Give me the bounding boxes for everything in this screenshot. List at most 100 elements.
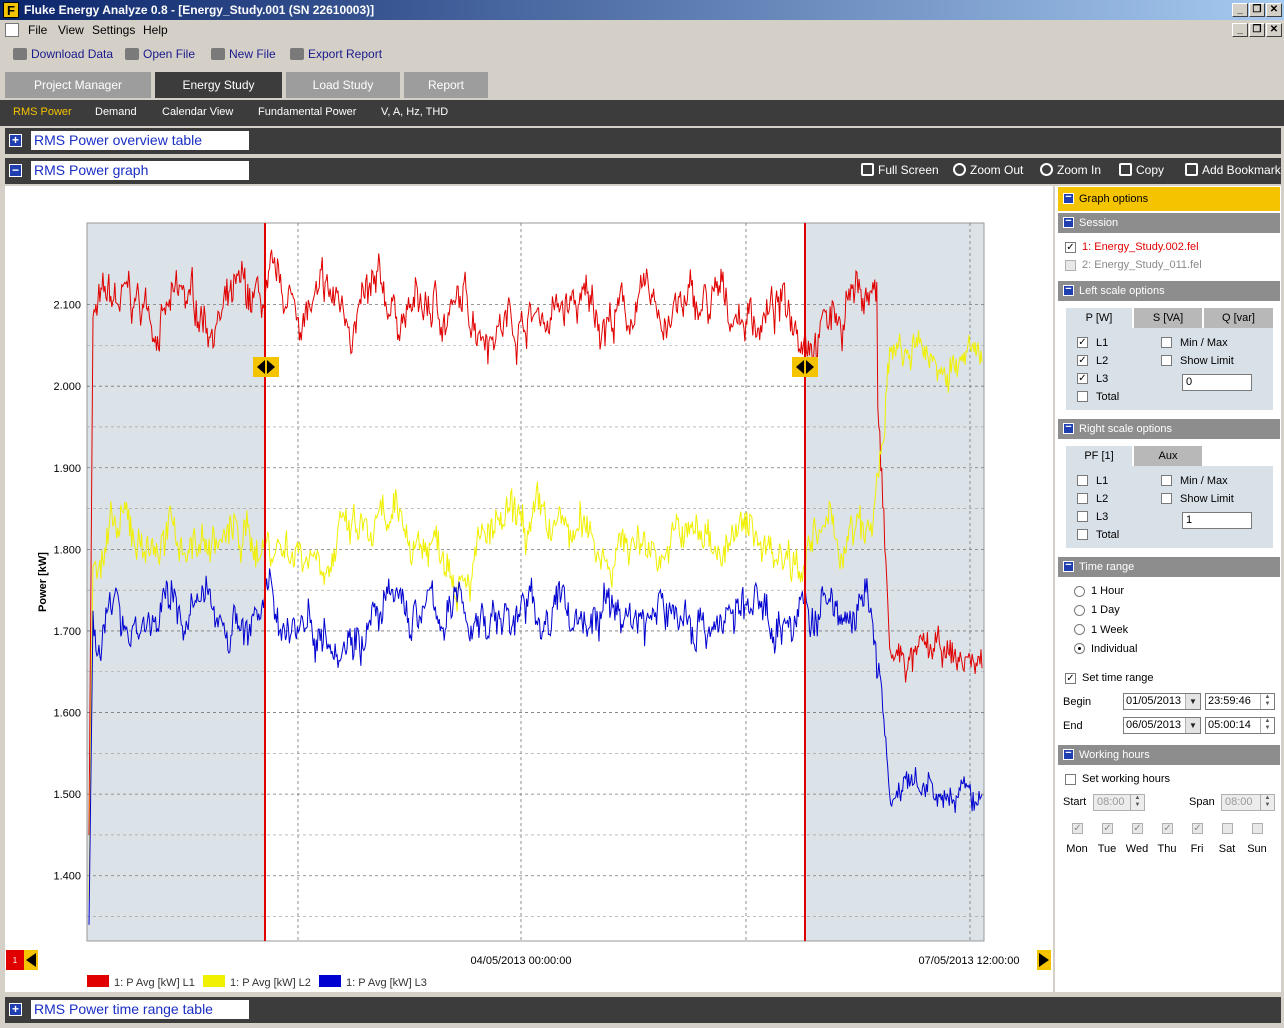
graph-options-panel: − Graph options − Session ✓ 1: Energy_Stud… <box>1055 186 1281 992</box>
left-scale-header[interactable]: − Left scale options <box>1058 281 1280 301</box>
tab-report[interactable]: Report <box>404 72 488 98</box>
scroll-start-marker[interactable]: 1 <box>6 950 38 970</box>
begin-date-select[interactable]: 01/05/2013 ▼ <box>1123 693 1201 710</box>
tab-aux[interactable]: Aux <box>1134 446 1202 466</box>
minimize-button[interactable]: _ <box>1232 3 1248 17</box>
begin-time-input[interactable]: 23:59:46 ▲ ▼ <box>1205 693 1275 710</box>
left-l2-checkbox[interactable]: ✓ <box>1077 355 1088 366</box>
right-l1-checkbox[interactable] <box>1077 475 1088 486</box>
document-icon[interactable] <box>5 23 19 37</box>
graph-options-header[interactable]: − Graph options <box>1058 187 1280 211</box>
left-limit-input[interactable]: 0 <box>1182 374 1252 391</box>
right-showlimit-checkbox[interactable] <box>1161 493 1172 504</box>
session-header[interactable]: − Session <box>1058 213 1280 233</box>
tab-q-var[interactable]: Q [var] <box>1204 308 1273 328</box>
left-showlimit-checkbox[interactable] <box>1161 355 1172 366</box>
right-minmax-checkbox[interactable] <box>1161 475 1172 486</box>
day-fri-checkbox[interactable]: ✓ <box>1192 823 1203 834</box>
right-scale-header[interactable]: − Right scale options <box>1058 419 1280 439</box>
right-limit-input[interactable]: 1 <box>1182 512 1252 529</box>
collapse-icon: − <box>1063 284 1074 296</box>
spinner-icon[interactable]: ▲ ▼ <box>1130 795 1144 810</box>
y-tick-label: 1.500 <box>53 789 81 801</box>
time-range-header[interactable]: − Time range <box>1058 557 1280 577</box>
day-wed-checkbox[interactable]: ✓ <box>1132 823 1143 834</box>
span-time-input[interactable]: 08:00 ▲ ▼ <box>1221 794 1275 811</box>
time-range-table-bar: + RMS Power time range table <box>5 997 1281 1023</box>
zoom-in-button[interactable]: Zoom In <box>1040 163 1101 177</box>
right-l3-checkbox[interactable] <box>1077 511 1088 522</box>
zoom-out-button[interactable]: Zoom Out <box>953 163 1023 177</box>
window-title: Fluke Energy Analyze 0.8 - [Energy_Study… <box>24 3 375 17</box>
subnav-v-a-hz-thd[interactable]: V, A, Hz, THD <box>381 106 448 118</box>
subnav-rms-power[interactable]: RMS Power <box>13 106 72 118</box>
menu-settings[interactable]: Settings <box>92 23 135 37</box>
subnav-demand[interactable]: Demand <box>95 106 137 118</box>
tab-project-manager[interactable]: Project Manager <box>5 72 151 98</box>
span-label: Span <box>1189 796 1215 808</box>
radio-1-day[interactable] <box>1074 605 1085 616</box>
menu-help[interactable]: Help <box>143 23 168 37</box>
y-tick-label: 1.400 <box>53 871 81 883</box>
doc-close-button[interactable]: ✕ <box>1266 23 1282 37</box>
left-l3-checkbox[interactable]: ✓ <box>1077 373 1088 384</box>
expand-icon[interactable]: + <box>9 1003 22 1016</box>
doc-minimize-button[interactable]: _ <box>1232 23 1248 37</box>
full-screen-button[interactable]: Full Screen <box>861 163 939 177</box>
end-date-select[interactable]: 06/05/2013 ▼ <box>1123 717 1201 734</box>
tab-pf[interactable]: PF [1] <box>1066 446 1132 466</box>
rms-power-chart[interactable]: 2.100 2.000 1.900 1.800 1.700 1.600 1.500 1.400… <box>5 186 1053 992</box>
tab-s-va[interactable]: S [VA] <box>1134 308 1202 328</box>
tab-p-w[interactable]: P [W] <box>1066 308 1132 328</box>
start-time-input[interactable]: 08:00 ▲ ▼ <box>1093 794 1145 811</box>
day-sun-checkbox[interactable] <box>1252 823 1263 834</box>
radio-1-hour[interactable] <box>1074 586 1085 597</box>
tab-load-study[interactable]: Load Study <box>286 72 400 98</box>
export-report-button[interactable]: Export Report <box>290 47 382 61</box>
left-total-checkbox[interactable] <box>1077 391 1088 402</box>
expand-icon[interactable]: + <box>9 134 22 147</box>
close-button[interactable]: ✕ <box>1266 3 1282 17</box>
right-l2-checkbox[interactable] <box>1077 493 1088 504</box>
day-thu-checkbox[interactable]: ✓ <box>1162 823 1173 834</box>
collapse-icon: − <box>1063 216 1074 228</box>
copy-button[interactable]: Copy <box>1119 163 1164 177</box>
radio-1-week[interactable] <box>1074 624 1085 635</box>
add-bookmark-button[interactable]: Add Bookmark <box>1185 163 1281 177</box>
day-mon-checkbox[interactable]: ✓ <box>1072 823 1083 834</box>
menu-file[interactable]: File <box>28 23 47 37</box>
session-1-checkbox[interactable]: ✓ <box>1065 242 1076 253</box>
toolbar: Download Data Open File New File Export … <box>0 42 1284 66</box>
cursor-handle-right[interactable] <box>792 357 818 377</box>
left-scale-box: ✓ L1 ✓ L2 ✓ L3 Total Min / Max Show Limi… <box>1066 328 1273 410</box>
dropdown-arrow-icon: ▼ <box>1185 718 1200 733</box>
set-working-hours-checkbox[interactable] <box>1065 774 1076 785</box>
left-l1-checkbox[interactable]: ✓ <box>1077 337 1088 348</box>
open-file-button[interactable]: Open File <box>125 47 195 61</box>
cursor-handle-left[interactable] <box>253 357 279 377</box>
session-2-checkbox[interactable] <box>1065 260 1076 271</box>
left-minmax-checkbox[interactable] <box>1161 337 1172 348</box>
subnav-fundamental-power[interactable]: Fundamental Power <box>258 106 356 118</box>
restore-button[interactable]: ❐ <box>1249 3 1265 17</box>
y-tick-label: 1.900 <box>53 463 81 475</box>
tab-energy-study[interactable]: Energy Study <box>155 72 282 98</box>
scroll-end-marker[interactable] <box>1037 950 1051 970</box>
new-file-button[interactable]: New File <box>211 47 276 61</box>
menu-view[interactable]: View <box>58 23 84 37</box>
spinner-icon[interactable]: ▲ ▼ <box>1260 694 1274 709</box>
subnav-calendar-view[interactable]: Calendar View <box>162 106 233 118</box>
zoom-in-icon <box>1040 163 1053 176</box>
spinner-icon[interactable]: ▲ ▼ <box>1260 795 1274 810</box>
radio-individual[interactable] <box>1074 643 1085 654</box>
working-hours-header[interactable]: − Working hours <box>1058 745 1280 765</box>
right-total-checkbox[interactable] <box>1077 529 1088 540</box>
doc-restore-button[interactable]: ❐ <box>1249 23 1265 37</box>
set-time-range-checkbox[interactable]: ✓ <box>1065 673 1076 684</box>
download-data-button[interactable]: Download Data <box>13 47 113 61</box>
day-sat-checkbox[interactable] <box>1222 823 1233 834</box>
day-tue-checkbox[interactable]: ✓ <box>1102 823 1113 834</box>
spinner-icon[interactable]: ▲ ▼ <box>1260 718 1274 733</box>
end-time-input[interactable]: 05:00:14 ▲ ▼ <box>1205 717 1275 734</box>
collapse-icon[interactable]: − <box>9 164 22 177</box>
